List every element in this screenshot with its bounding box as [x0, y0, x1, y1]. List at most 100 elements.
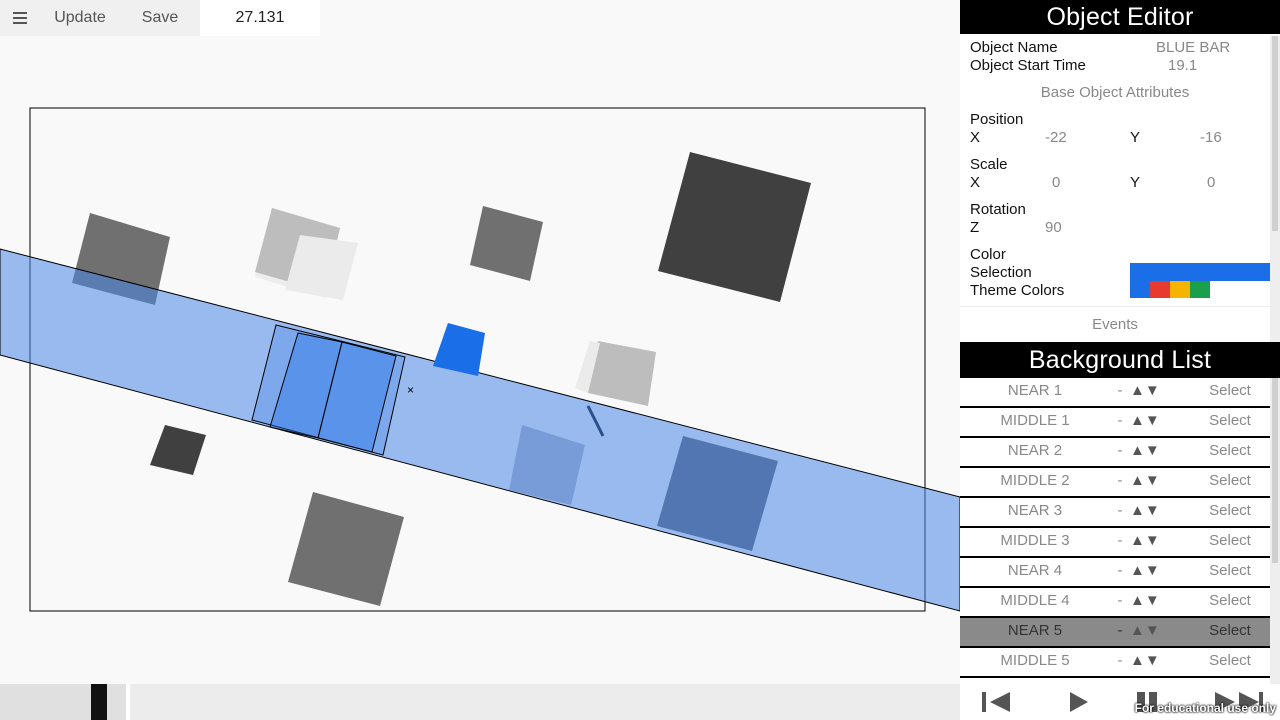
select-item-button[interactable]: Select: [1190, 528, 1270, 556]
scene-canvas[interactable]: ×: [0, 36, 960, 684]
timeline-range[interactable]: [0, 684, 126, 720]
color-label: Color: [970, 246, 1006, 263]
timeline-bar[interactable]: [0, 684, 960, 720]
base-attributes-label: Base Object Attributes: [1040, 84, 1190, 101]
hamburger-icon[interactable]: [0, 0, 40, 36]
background-item-name: MIDDLE 5: [1000, 652, 1070, 669]
object-name-value[interactable]: BLUE BAR: [1156, 39, 1230, 57]
select-item-button[interactable]: Select: [1190, 408, 1270, 436]
background-list-item[interactable]: NEAR 1 - ▲▼ Select: [960, 378, 1270, 408]
object-editor: Object Name BLUE BAR Object Start Time 1…: [960, 34, 1280, 340]
background-list-item[interactable]: MIDDLE 4 - ▲▼ Select: [960, 588, 1270, 618]
background-item-name: MIDDLE 2: [1000, 472, 1070, 489]
background-list-item[interactable]: NEAR 2 - ▲▼ Select: [960, 438, 1270, 468]
remove-item-button[interactable]: -: [1110, 648, 1130, 676]
object-name-label: Object Name: [970, 39, 1058, 56]
play-icon[interactable]: [1060, 684, 1096, 720]
remove-item-button[interactable]: -: [1110, 618, 1130, 646]
select-item-button[interactable]: Select: [1190, 438, 1270, 466]
position-x-value[interactable]: -22: [1045, 129, 1067, 147]
reorder-arrows-icon[interactable]: ▲▼: [1130, 408, 1174, 436]
scene-viewport[interactable]: ×: [0, 36, 960, 684]
theme-color-0[interactable]: [1130, 281, 1150, 298]
remove-item-button[interactable]: -: [1110, 468, 1130, 496]
scale-x-label: X: [970, 174, 981, 191]
remove-item-button[interactable]: -: [1110, 498, 1130, 526]
position-y-value[interactable]: -16: [1200, 129, 1222, 147]
events-label[interactable]: Events: [960, 306, 1270, 343]
save-button[interactable]: Save: [120, 0, 200, 36]
background-item-name: NEAR 5: [1007, 622, 1063, 639]
scale-x-value[interactable]: 0: [1052, 174, 1060, 192]
background-list-item[interactable]: MIDDLE 3 - ▲▼ Select: [960, 528, 1270, 558]
time-field[interactable]: 27.131: [200, 0, 320, 36]
reorder-arrows-icon[interactable]: ▲▼: [1130, 438, 1174, 466]
update-button[interactable]: Update: [40, 0, 120, 36]
select-item-button[interactable]: Select: [1190, 588, 1270, 616]
rotation-z-value[interactable]: 90: [1045, 219, 1062, 237]
remove-item-button[interactable]: -: [1110, 588, 1130, 616]
theme-color-1[interactable]: [1150, 281, 1170, 298]
background-list-title: Background List: [960, 342, 1280, 378]
remove-item-button[interactable]: -: [1110, 558, 1130, 586]
background-item-name: MIDDLE 1: [1000, 412, 1070, 429]
background-item-name: NEAR 3: [1007, 502, 1063, 519]
background-list: NEAR 1- ▲▼ Select MIDDLE 1- ▲▼ Select NEAR 2- ▲…: [960, 378, 1270, 684]
reorder-arrows-icon[interactable]: ▲▼: [1130, 588, 1174, 616]
scale-y-label: Y: [1130, 174, 1141, 191]
background-list-item[interactable]: NEAR 5 - ▲▼ Select: [960, 618, 1270, 648]
reorder-arrows-icon[interactable]: ▲▼: [1130, 378, 1174, 406]
selected-color-swatch[interactable]: [1130, 263, 1270, 281]
reorder-arrows-icon[interactable]: ▲▼: [1130, 618, 1174, 646]
background-item-name: NEAR 2: [1007, 442, 1063, 459]
remove-item-button[interactable]: -: [1110, 408, 1130, 436]
right-panel: Object Editor Object Name BLUE BAR Objec…: [960, 0, 1280, 720]
position-label: Position: [970, 111, 1024, 128]
origin-marker: ×: [407, 383, 414, 397]
theme-color-3[interactable]: [1190, 281, 1210, 298]
rotation-label: Rotation: [970, 201, 1026, 218]
reorder-arrows-icon[interactable]: ▲▼: [1130, 468, 1174, 496]
top-toolbar: Update Save 27.131: [0, 0, 320, 36]
theme-color-swatches: [1130, 281, 1210, 298]
select-item-button[interactable]: Select: [1190, 558, 1270, 586]
reorder-arrows-icon[interactable]: ▲▼: [1130, 528, 1174, 556]
select-item-button[interactable]: Select: [1190, 498, 1270, 526]
transport-controls: For educational use only: [960, 684, 1280, 720]
start-time-label: Object Start Time: [970, 57, 1086, 74]
scale-y-value[interactable]: 0: [1207, 174, 1215, 192]
background-list-item[interactable]: MIDDLE 1 - ▲▼ Select: [960, 408, 1270, 438]
position-x-label: X: [970, 129, 981, 146]
list-scrollbar[interactable]: [1270, 378, 1280, 684]
position-y-label: Y: [1130, 129, 1141, 146]
scale-label: Scale: [970, 156, 1008, 173]
object-editor-title: Object Editor: [960, 0, 1280, 34]
watermark: For educational use only: [1134, 701, 1276, 715]
remove-item-button[interactable]: -: [1110, 378, 1130, 406]
reorder-arrows-icon[interactable]: ▲▼: [1130, 648, 1174, 676]
timeline-playhead[interactable]: [91, 684, 107, 720]
background-list-item[interactable]: MIDDLE 2 - ▲▼ Select: [960, 468, 1270, 498]
select-item-button[interactable]: Select: [1190, 648, 1270, 676]
background-item-name: MIDDLE 3: [1000, 532, 1070, 549]
background-item-name: MIDDLE 4: [1000, 592, 1070, 609]
start-time-value[interactable]: 19.1: [1168, 57, 1197, 75]
theme-color-2[interactable]: [1170, 281, 1190, 298]
select-item-button[interactable]: Select: [1190, 618, 1270, 646]
remove-item-button[interactable]: -: [1110, 438, 1130, 466]
theme-colors-label: Theme Colors: [970, 282, 1065, 299]
skip-back-icon[interactable]: [978, 684, 1022, 720]
editor-scrollbar[interactable]: [1270, 36, 1280, 342]
selection-label: Selection: [970, 264, 1032, 281]
reorder-arrows-icon[interactable]: ▲▼: [1130, 498, 1174, 526]
remove-item-button[interactable]: -: [1110, 528, 1130, 556]
select-item-button[interactable]: Select: [1190, 468, 1270, 496]
background-list-item[interactable]: MIDDLE 5 - ▲▼ Select: [960, 648, 1270, 678]
reorder-arrows-icon[interactable]: ▲▼: [1130, 558, 1174, 586]
background-list-item[interactable]: NEAR 4 - ▲▼ Select: [960, 558, 1270, 588]
timeline-divider: [126, 684, 130, 720]
select-item-button[interactable]: Select: [1190, 378, 1270, 406]
background-list-item[interactable]: NEAR 3 - ▲▼ Select: [960, 498, 1270, 528]
background-item-name: NEAR 4: [1007, 562, 1063, 579]
rotation-z-label: Z: [970, 219, 980, 236]
